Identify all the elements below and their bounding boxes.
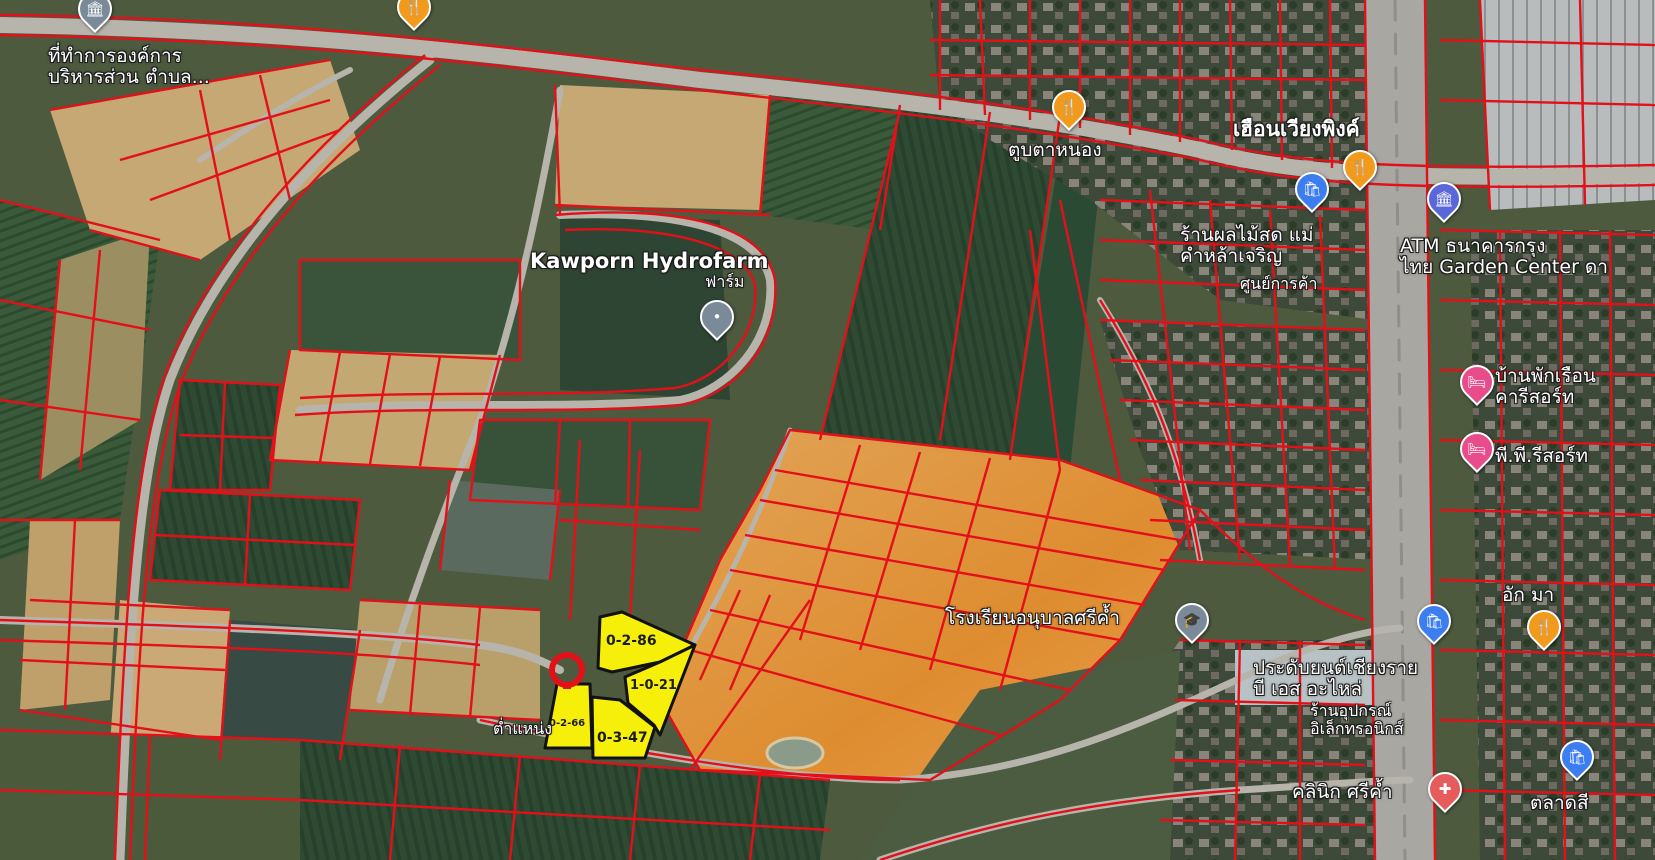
plot-c-label: 0-2-66 (549, 718, 586, 729)
place-label-huean-wiang[interactable]: เฮือนเวียงพิงค์ (1233, 118, 1360, 141)
place-label-sao-office[interactable]: ที่ทำการองค์การ บริหารส่วน ตำบล... (48, 46, 210, 88)
plot-d-label: 0-3-47 (597, 730, 648, 746)
selected-location-stem (563, 683, 571, 689)
road-name-label: ต่ำแหน่ง (493, 719, 552, 738)
place-label-fruit-shop[interactable]: ร้านผลไม้สด แม่ คำหล้าเจริญ (1180, 225, 1313, 267)
plot-b-label: 1-0-21 (630, 678, 677, 693)
satellite-map[interactable] (0, 0, 1655, 860)
place-label-shop-center: ศูนย์การค้า (1240, 274, 1318, 293)
place-label-electronics: ร้านอุปกรณ์ อิเล็กทรอนิกส์ (1310, 701, 1404, 738)
plot-a-label: 0-2-86 (606, 633, 657, 649)
field-middle-green (300, 260, 520, 360)
place-label-resort-1[interactable]: บ้านพักเรือน คารีสอร์ท (1495, 366, 1596, 408)
place-label-resort-2[interactable]: พี.พี.รีสอร์ท (1495, 446, 1588, 467)
place-label-kawporn[interactable]: Kawporn Hydrofarm (530, 250, 769, 273)
place-label-ak-ma[interactable]: อัก มา (1502, 585, 1554, 606)
place-label-auto-parts[interactable]: ประดับยนต์เชียงราย บี เอส อะไหล่ (1253, 658, 1418, 700)
place-label-atm[interactable]: ATM ธนาคารกรุง ไทย Garden Center ดา (1400, 236, 1608, 278)
field-pond-center (440, 480, 560, 580)
place-label-tub-ta-nong[interactable]: ตูบตาหนอง (1008, 140, 1102, 161)
place-label-clinic[interactable]: คลินิก ศรีค้ำ (1292, 782, 1393, 803)
pond-in-orange (765, 736, 825, 770)
place-label-market[interactable]: ตลาดสี (1530, 793, 1589, 814)
field-center-top (555, 85, 770, 210)
place-label-kawporn-sub: ฟาร์ม (705, 272, 745, 291)
place-label-kindergarten[interactable]: โรงเรียนอนุบาลศรีค้ำ (945, 608, 1120, 629)
